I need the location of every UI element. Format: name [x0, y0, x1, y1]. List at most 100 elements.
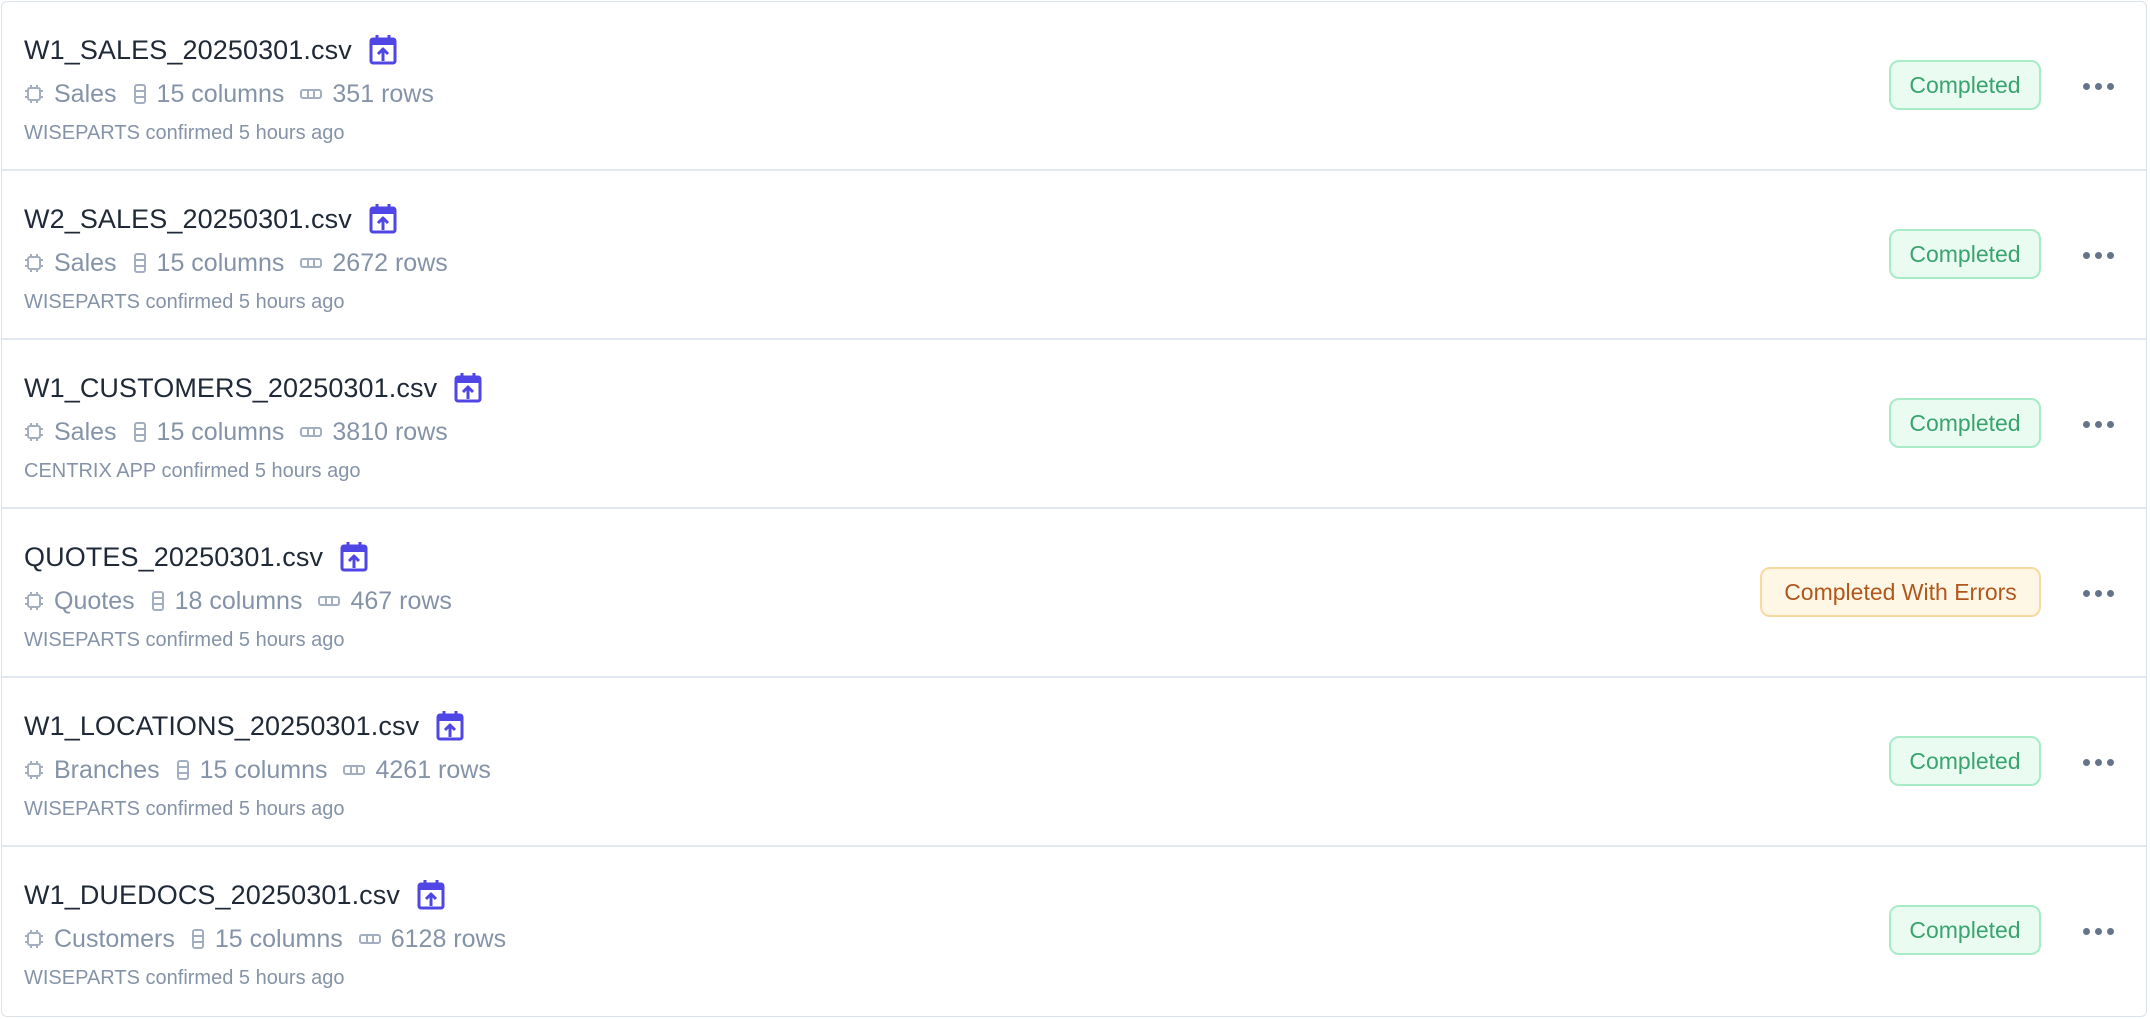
- confirmed-by: CENTRIX APP: [24, 460, 156, 482]
- upload-meta: Quotes 18 columns 467 rows: [24, 583, 468, 619]
- upload-title-line: QUOTES_20250301.csv: [24, 537, 369, 577]
- category-label: Customers: [54, 924, 175, 953]
- more-horizontal-icon: [2080, 82, 2116, 90]
- rows-count: 3810 rows: [332, 417, 448, 446]
- calendar-upload-icon[interactable]: [368, 203, 398, 235]
- more-options-button[interactable]: [2076, 740, 2120, 784]
- category-label: Quotes: [54, 586, 135, 615]
- upload-title-line: W1_DUEDOCS_20250301.csv: [24, 875, 446, 915]
- more-horizontal-icon: [2080, 251, 2116, 259]
- upload-row[interactable]: W1_SALES_20250301.csv Sales 15 columns 3…: [2, 2, 2146, 171]
- confirmed-by: WISEPARTS: [24, 967, 140, 989]
- calendar-upload-icon[interactable]: [435, 710, 465, 742]
- status-badge: Completed With Errors: [1760, 567, 2041, 617]
- columns-icon: [133, 253, 147, 273]
- confirmation-text: CENTRIX APP confirmed 5 hours ago: [24, 460, 360, 483]
- chip-icon: [24, 760, 44, 780]
- category-meta: Customers: [24, 925, 175, 954]
- upload-meta: Sales 15 columns 3810 rows: [24, 414, 464, 450]
- upload-filename[interactable]: W1_LOCATIONS_20250301.csv: [24, 711, 419, 742]
- calendar-upload-icon[interactable]: [339, 541, 369, 573]
- upload-filename[interactable]: W2_SALES_20250301.csv: [24, 204, 352, 235]
- upload-title-line: W2_SALES_20250301.csv: [24, 199, 398, 239]
- confirmed-time: confirmed 5 hours ago: [145, 629, 345, 651]
- upload-meta: Branches 15 columns 4261 rows: [24, 752, 507, 788]
- upload-filename[interactable]: QUOTES_20250301.csv: [24, 542, 323, 573]
- chip-icon: [24, 84, 44, 104]
- more-horizontal-icon: [2080, 758, 2116, 766]
- columns-meta: 15 columns: [133, 417, 285, 447]
- confirmation-text: WISEPARTS confirmed 5 hours ago: [24, 122, 345, 145]
- more-horizontal-icon: [2080, 589, 2116, 597]
- rows-meta: 467 rows: [318, 586, 452, 616]
- confirmed-time: confirmed 5 hours ago: [161, 460, 361, 482]
- chip-icon: [24, 422, 44, 442]
- category-meta: Sales: [24, 80, 117, 109]
- upload-meta: Customers 15 columns 6128 rows: [24, 921, 522, 957]
- upload-row[interactable]: W2_SALES_20250301.csv Sales 15 columns 2…: [2, 171, 2146, 340]
- rows-meta: 4261 rows: [343, 755, 491, 785]
- upload-meta: Sales 15 columns 351 rows: [24, 76, 450, 112]
- rows-count: 2672 rows: [332, 248, 448, 277]
- more-options-button[interactable]: [2076, 571, 2120, 615]
- upload-row[interactable]: W1_DUEDOCS_20250301.csv Customers 15 col…: [2, 847, 2146, 1016]
- upload-filename[interactable]: W1_CUSTOMERS_20250301.csv: [24, 373, 437, 404]
- columns-icon: [133, 84, 147, 104]
- calendar-upload-icon[interactable]: [453, 372, 483, 404]
- status-badge: Completed: [1889, 60, 2041, 110]
- chip-icon: [24, 253, 44, 273]
- confirmed-by: WISEPARTS: [24, 629, 140, 651]
- upload-title-line: W1_LOCATIONS_20250301.csv: [24, 706, 465, 746]
- columns-icon: [133, 422, 147, 442]
- status-badge: Completed: [1889, 736, 2041, 786]
- columns-count: 15 columns: [156, 248, 285, 277]
- upload-title-line: W1_CUSTOMERS_20250301.csv: [24, 368, 483, 408]
- rows-meta: 6128 rows: [358, 925, 506, 954]
- chip-icon: [24, 591, 44, 611]
- rows-meta: 2672 rows: [300, 248, 448, 278]
- more-options-button[interactable]: [2076, 402, 2120, 446]
- rows-count: 467 rows: [350, 586, 452, 615]
- status-badge: Completed: [1889, 229, 2041, 279]
- upload-meta: Sales 15 columns 2672 rows: [24, 245, 464, 281]
- columns-meta: 15 columns: [133, 80, 284, 109]
- columns-meta: 15 columns: [176, 755, 328, 785]
- more-horizontal-icon: [2080, 927, 2116, 935]
- columns-count: 15 columns: [199, 755, 328, 784]
- calendar-upload-icon[interactable]: [368, 34, 398, 66]
- upload-row[interactable]: W1_CUSTOMERS_20250301.csv Sales 15 colum…: [2, 340, 2146, 509]
- rows-meta: 3810 rows: [300, 417, 448, 447]
- confirmed-time: confirmed 5 hours ago: [145, 122, 345, 144]
- calendar-upload-icon[interactable]: [416, 879, 446, 911]
- rows-icon: [343, 764, 366, 776]
- columns-icon: [176, 760, 190, 780]
- confirmed-by: WISEPARTS: [24, 291, 140, 313]
- upload-filename[interactable]: W1_DUEDOCS_20250301.csv: [24, 880, 400, 911]
- rows-icon: [300, 88, 323, 100]
- rows-icon: [318, 595, 341, 607]
- rows-count: 351 rows: [332, 79, 434, 108]
- columns-count: 18 columns: [174, 586, 303, 615]
- confirmation-text: WISEPARTS confirmed 5 hours ago: [24, 629, 345, 652]
- chip-icon: [24, 929, 44, 949]
- confirmation-text: WISEPARTS confirmed 5 hours ago: [24, 291, 345, 314]
- columns-icon: [151, 591, 165, 611]
- upload-title-line: W1_SALES_20250301.csv: [24, 30, 398, 70]
- confirmed-by: WISEPARTS: [24, 122, 140, 144]
- more-options-button[interactable]: [2076, 909, 2120, 953]
- rows-count: 4261 rows: [375, 755, 491, 784]
- category-label: Sales: [54, 417, 117, 446]
- columns-count: 15 columns: [156, 417, 285, 446]
- rows-icon: [358, 933, 381, 945]
- upload-row[interactable]: W1_LOCATIONS_20250301.csv Branches 15 co…: [2, 678, 2146, 847]
- confirmed-time: confirmed 5 hours ago: [145, 291, 345, 313]
- columns-icon: [191, 929, 205, 949]
- category-label: Branches: [54, 755, 160, 784]
- upload-filename[interactable]: W1_SALES_20250301.csv: [24, 35, 352, 66]
- status-badge: Completed: [1889, 398, 2041, 448]
- more-options-button[interactable]: [2076, 64, 2120, 108]
- more-options-button[interactable]: [2076, 233, 2120, 277]
- columns-count: 15 columns: [214, 924, 343, 953]
- confirmation-text: WISEPARTS confirmed 5 hours ago: [24, 967, 345, 990]
- upload-row[interactable]: QUOTES_20250301.csv Quotes 18 columns 46…: [2, 509, 2146, 678]
